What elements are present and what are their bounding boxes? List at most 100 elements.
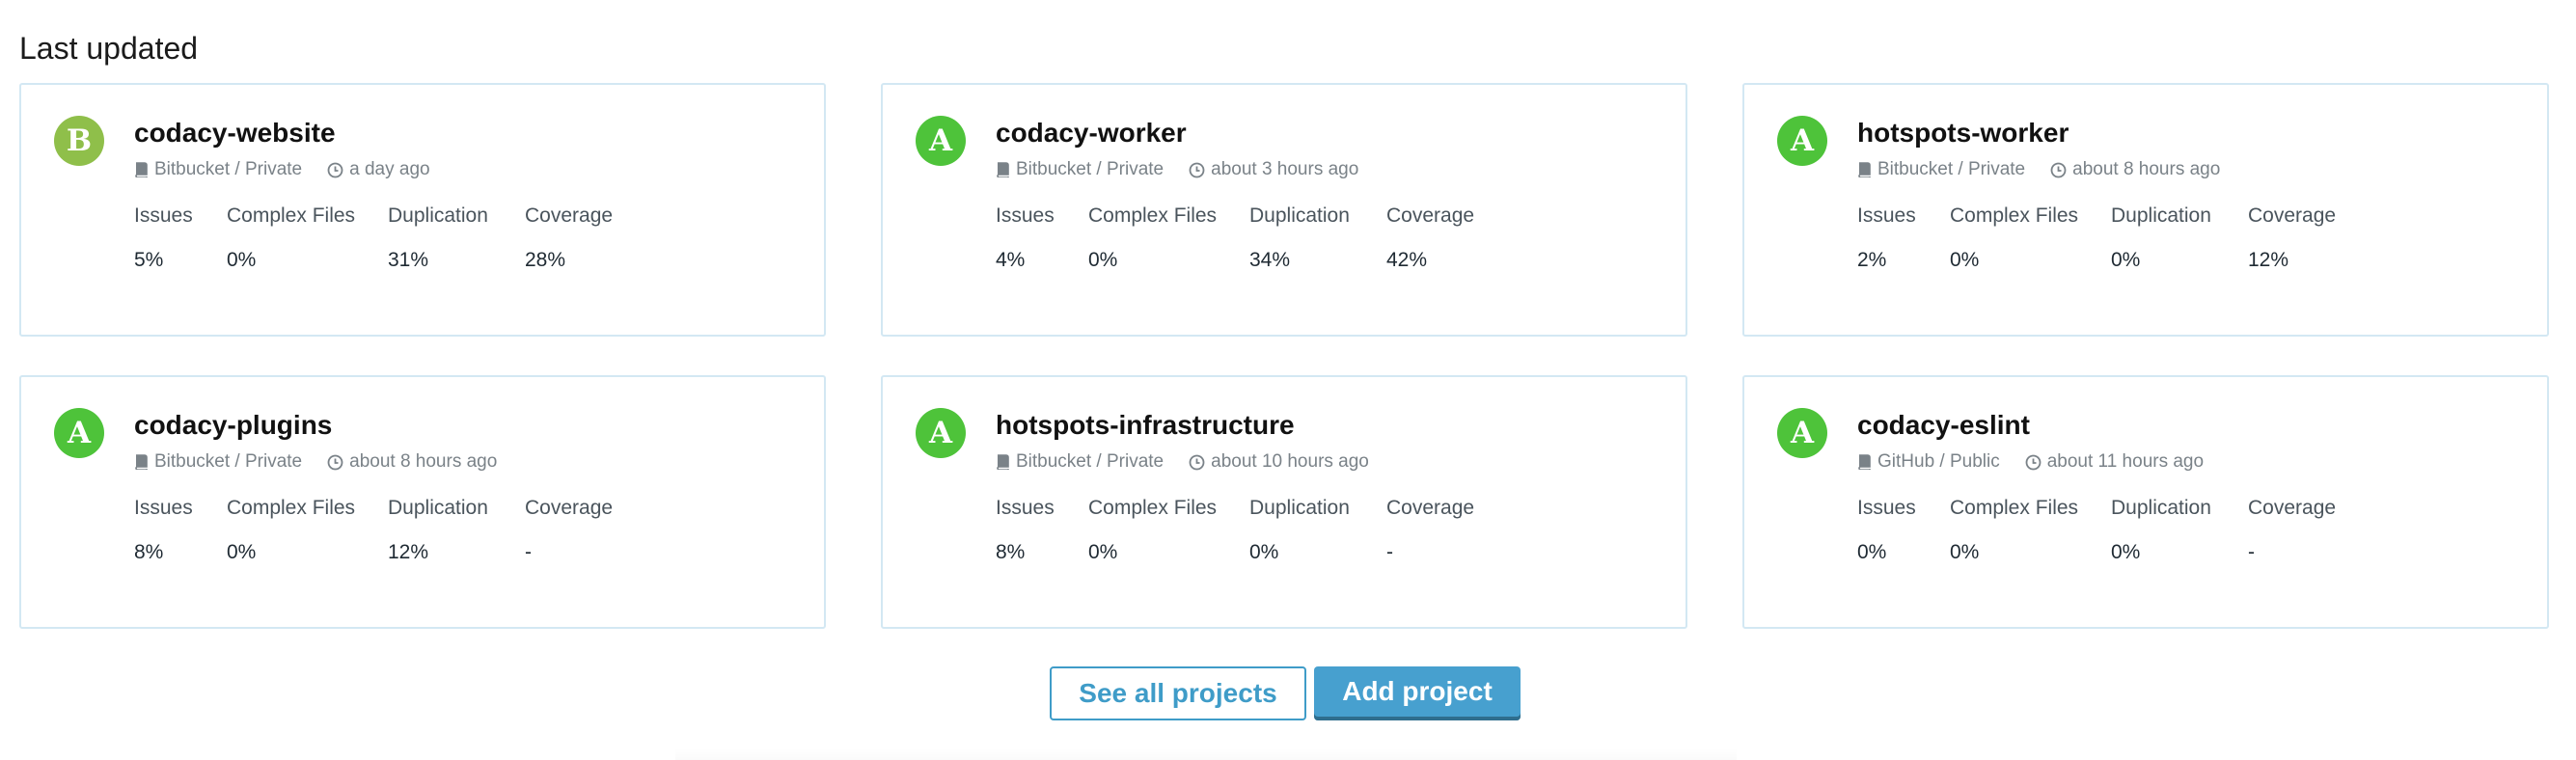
project-card[interactable]: A hotspots-infrastructure Bitbucket / Pr… [881,375,1687,629]
project-name[interactable]: hotspots-infrastructure [996,410,1666,441]
project-meta: Bitbucket / Private a day ago [134,158,805,181]
updated-group: about 10 hours ago [1189,451,1369,473]
metric-label-issues: Issues [996,204,1055,227]
metric-label-complex-files: Complex Files [1950,204,2079,227]
clock-icon [1189,162,1205,178]
metric-value-complex-files: 0% [227,249,257,271]
metric-value-duplication: 0% [2111,249,2141,271]
book-icon [996,454,1010,470]
metric-value-issues: 2% [1857,249,1887,271]
project-meta: GitHub / Public about 11 hours ago [1857,450,2528,474]
provider-label: Bitbucket / Private [1016,159,1165,179]
updated-group: a day ago [327,159,430,180]
metric-value-coverage: - [2248,541,2255,563]
metrics: Issues Complex Files Duplication Coverag… [1857,497,2528,564]
updated-group: about 8 hours ago [327,451,497,473]
provider-label: Bitbucket / Private [1877,159,2026,179]
metric-value-duplication: 31% [388,249,429,271]
card-body: codacy-plugins Bitbucket / Private about… [134,410,805,564]
project-card[interactable]: A codacy-plugins Bitbucket / Private abo… [19,375,826,629]
metric-label-coverage: Coverage [1386,497,1475,519]
project-meta: Bitbucket / Private about 10 hours ago [996,450,1666,474]
updated-time: about 10 hours ago [1211,451,1369,472]
metric-label-coverage: Coverage [525,497,614,519]
metric-value-duplication: 0% [1249,541,1279,563]
metric-value-coverage: - [525,541,532,563]
project-name[interactable]: codacy-website [134,118,805,149]
clock-icon [1189,454,1205,471]
bottom-shadow [675,748,1737,760]
project-card[interactable]: A codacy-eslint GitHub / Public about 11… [1742,375,2549,629]
project-card[interactable]: A codacy-worker Bitbucket / Private abou… [881,83,1687,337]
grade-badge: B [54,116,104,166]
metric-label-duplication: Duplication [388,204,488,227]
clock-icon [327,454,343,471]
metric-label-coverage: Coverage [2248,497,2337,519]
metric-label-coverage: Coverage [1386,204,1475,227]
updated-group: about 3 hours ago [1189,159,1358,180]
card-body: hotspots-worker Bitbucket / Private abou… [1857,118,2528,272]
project-meta: Bitbucket / Private about 8 hours ago [134,450,805,474]
book-icon [1857,162,1872,177]
metric-label-duplication: Duplication [1249,497,1350,519]
grade-badge: A [54,408,104,458]
metric-label-issues: Issues [1857,204,1916,227]
project-card[interactable]: B codacy-website Bitbucket / Private a d… [19,83,826,337]
metric-value-complex-files: 0% [1088,541,1118,563]
grade-badge: A [1777,116,1827,166]
project-name[interactable]: codacy-worker [996,118,1666,149]
metric-value-complex-files: 0% [1950,541,1980,563]
metric-value-issues: 8% [996,541,1026,563]
metric-value-duplication: 34% [1249,249,1291,271]
updated-time: a day ago [349,159,430,179]
project-name[interactable]: hotspots-worker [1857,118,2528,149]
provider-label: Bitbucket / Private [1016,451,1165,472]
metric-label-duplication: Duplication [1249,204,1350,227]
project-meta: Bitbucket / Private about 3 hours ago [996,158,1666,181]
metrics: Issues Complex Files Duplication Coverag… [134,497,805,564]
metric-value-issues: 5% [134,249,164,271]
book-icon [134,162,149,177]
book-icon [1857,454,1872,470]
provider-label: Bitbucket / Private [154,451,303,472]
updated-time: about 3 hours ago [1211,159,1359,179]
metric-label-duplication: Duplication [388,497,488,519]
grade-badge: A [916,116,966,166]
updated-time: about 11 hours ago [2046,451,2205,472]
book-icon [996,162,1010,177]
metric-label-complex-files: Complex Files [227,497,356,519]
see-all-projects-button[interactable]: See all projects [1050,666,1306,720]
updated-time: about 8 hours ago [349,451,498,472]
metric-label-issues: Issues [134,497,193,519]
updated-time: about 8 hours ago [2072,159,2221,179]
metrics: Issues Complex Files Duplication Coverag… [996,204,1666,272]
metric-label-duplication: Duplication [2111,497,2211,519]
metric-label-complex-files: Complex Files [227,204,356,227]
card-body: codacy-eslint GitHub / Public about 11 h… [1857,410,2528,564]
metric-value-issues: 4% [996,249,1026,271]
metric-label-coverage: Coverage [2248,204,2337,227]
metric-value-issues: 8% [134,541,164,563]
provider-label: Bitbucket / Private [154,159,303,179]
section-title: Last updated [19,31,199,66]
metric-label-complex-files: Complex Files [1950,497,2079,519]
grade-badge: A [1777,408,1827,458]
metric-label-issues: Issues [1857,497,1916,519]
metric-value-complex-files: 0% [1950,249,1980,271]
metric-label-complex-files: Complex Files [1088,497,1218,519]
metric-value-coverage: 42% [1386,249,1428,271]
metric-value-duplication: 0% [2111,541,2141,563]
metric-label-issues: Issues [996,497,1055,519]
clock-icon [2050,162,2067,178]
project-grid: B codacy-website Bitbucket / Private a d… [19,83,2549,629]
clock-icon [2025,454,2042,471]
add-project-button[interactable]: Add project [1314,666,1521,720]
book-icon [134,454,149,470]
project-name[interactable]: codacy-plugins [134,410,805,441]
metric-value-complex-files: 0% [1088,249,1118,271]
metric-value-coverage: 28% [525,249,566,271]
project-name[interactable]: codacy-eslint [1857,410,2528,441]
project-card[interactable]: A hotspots-worker Bitbucket / Private ab… [1742,83,2549,337]
card-body: hotspots-infrastructure Bitbucket / Priv… [996,410,1666,564]
metric-label-duplication: Duplication [2111,204,2211,227]
